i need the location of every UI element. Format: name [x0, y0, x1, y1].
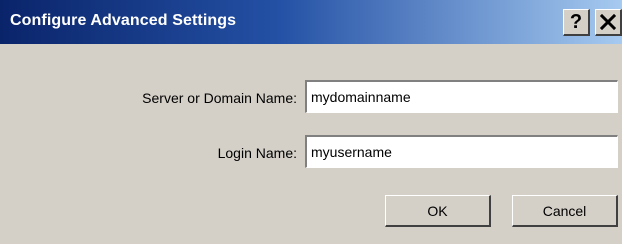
server-name-label: Server or Domain Name: [142, 90, 297, 106]
close-button[interactable] [595, 9, 622, 36]
close-icon [600, 13, 616, 30]
ok-button[interactable]: OK [385, 195, 491, 227]
login-name-input[interactable] [305, 135, 618, 168]
dialog-title: Configure Advanced Settings [10, 12, 237, 29]
title-bar[interactable]: Configure Advanced Settings ? [0, 0, 622, 44]
help-button[interactable]: ? [563, 9, 590, 36]
server-name-input[interactable] [305, 80, 618, 113]
help-icon: ? [569, 10, 583, 33]
configure-advanced-settings-dialog: Configure Advanced Settings ? Server or … [0, 0, 622, 244]
cancel-button[interactable]: Cancel [512, 195, 618, 227]
login-name-label: Login Name: [217, 145, 297, 161]
